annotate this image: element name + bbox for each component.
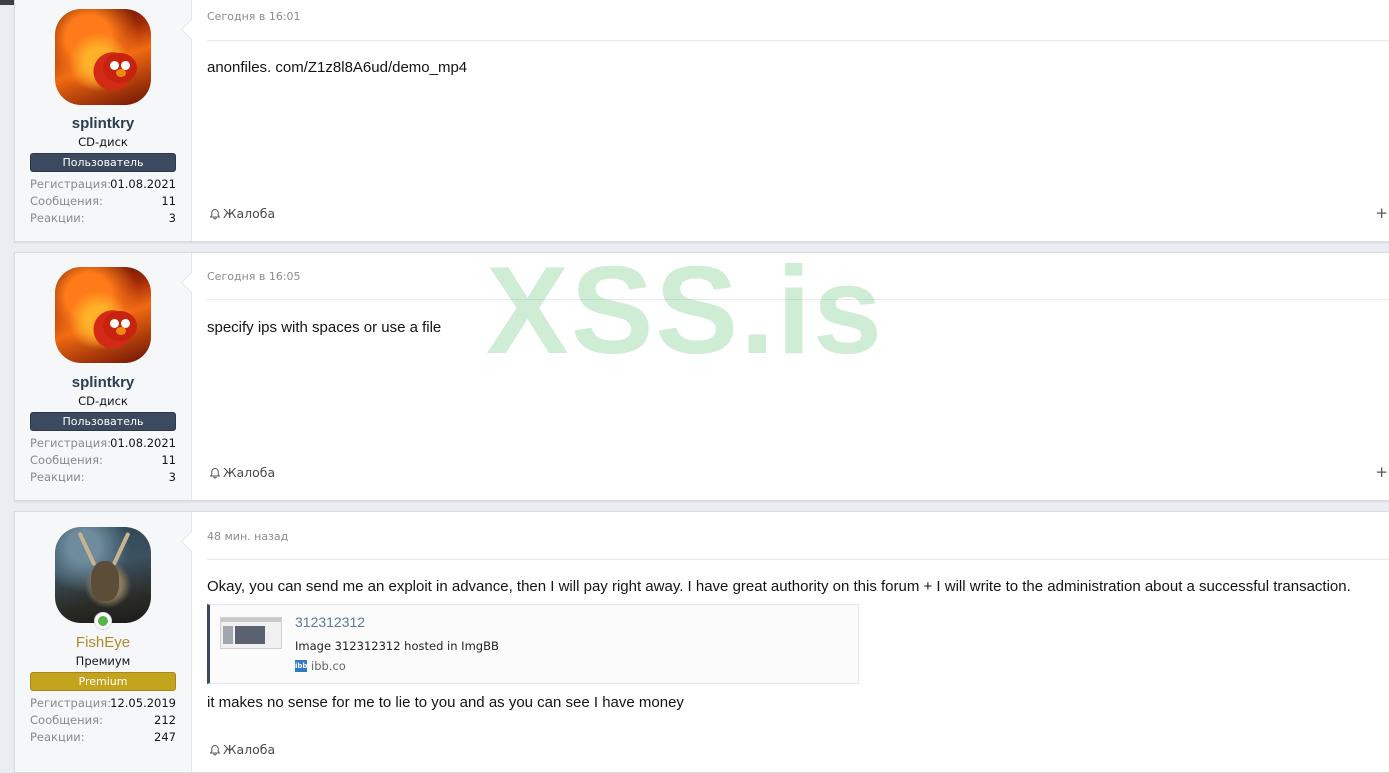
avatar[interactable] bbox=[55, 527, 151, 623]
user-title: Премиум bbox=[75, 654, 131, 668]
post-1: splintkry CD-диск Пользователь Регистрац… bbox=[14, 0, 1389, 242]
stat-reactions: Реакции: 247 bbox=[30, 729, 176, 746]
stat-label: Сообщения: bbox=[30, 453, 103, 467]
user-badge: Пользователь bbox=[30, 412, 176, 431]
message-text-2: it makes no sense for me to lie to you a… bbox=[207, 694, 684, 711]
stat-label: Регистрация: bbox=[30, 436, 111, 450]
user-title: CD-диск bbox=[78, 135, 128, 149]
user-cell: splintkry CD-диск Пользователь Регистрац… bbox=[15, 253, 203, 500]
stat-registration: Регистрация: 01.08.2021 bbox=[30, 435, 176, 452]
stat-messages: Сообщения: 11 bbox=[30, 193, 176, 210]
stat-value: 12.05.2019 bbox=[110, 696, 176, 710]
report-link[interactable]: Жалоба bbox=[209, 206, 275, 221]
bell-icon bbox=[209, 744, 221, 755]
user-cell-arrow bbox=[180, 18, 203, 41]
stat-value: 3 bbox=[168, 211, 176, 225]
report-label: Жалоба bbox=[223, 742, 276, 757]
stat-reactions: Реакции: 3 bbox=[30, 210, 176, 227]
post-content: Сегодня в 16:05 specify ips with spaces … bbox=[207, 253, 1389, 500]
avatar[interactable] bbox=[55, 267, 151, 363]
report-link[interactable]: Жалоба bbox=[209, 465, 275, 480]
embed-description: Image 312312312 hosted in ImgBB bbox=[295, 639, 499, 653]
stat-registration: Регистрация: 01.08.2021 bbox=[30, 176, 176, 193]
embed-site-label: ibb.co bbox=[311, 659, 346, 673]
stat-value: 3 bbox=[168, 470, 176, 484]
stat-label: Сообщения: bbox=[30, 194, 103, 208]
message-text: Okay, you can send me an exploit in adva… bbox=[207, 578, 1351, 595]
avatar[interactable] bbox=[55, 9, 151, 105]
stat-label: Регистрация: bbox=[30, 696, 111, 710]
header-divider bbox=[207, 40, 1389, 41]
stat-label: Реакции: bbox=[30, 470, 85, 484]
post-timestamp[interactable]: Сегодня в 16:05 bbox=[207, 270, 301, 283]
plus-icon[interactable]: + bbox=[1375, 463, 1388, 481]
stat-messages: Сообщения: 11 bbox=[30, 452, 176, 469]
online-status-icon bbox=[94, 612, 112, 630]
header-divider bbox=[207, 299, 1389, 300]
embed-site[interactable]: ibb ibb.co bbox=[295, 659, 346, 673]
bell-icon bbox=[209, 208, 221, 219]
post-content: Сегодня в 16:01 anonfiles. com/Z1z8l8A6u… bbox=[207, 0, 1389, 241]
message-text: specify ips with spaces or use a file bbox=[207, 319, 442, 336]
stat-registration: Регистрация: 12.05.2019 bbox=[30, 695, 176, 712]
post-timestamp[interactable]: 48 мин. назад bbox=[207, 530, 288, 543]
stat-label: Регистрация: bbox=[30, 177, 111, 191]
link-embed[interactable]: 312312312 Image 312312312 hosted in ImgB… bbox=[207, 604, 859, 684]
username[interactable]: FishEye bbox=[15, 634, 191, 651]
user-cell: FishEye Премиум Premium Регистрация: 12.… bbox=[15, 512, 203, 772]
stat-value[interactable]: 11 bbox=[161, 193, 176, 210]
stat-value: 247 bbox=[154, 730, 176, 744]
message-text: anonfiles. com/Z1z8l8A6ud/demo_mp4 bbox=[207, 59, 468, 76]
bell-icon bbox=[209, 467, 221, 478]
user-title: CD-диск bbox=[78, 394, 128, 408]
stat-value[interactable]: 212 bbox=[154, 712, 176, 729]
user-badge: Пользователь bbox=[30, 153, 176, 172]
report-link[interactable]: Жалоба bbox=[209, 742, 275, 757]
report-label: Жалоба bbox=[223, 465, 276, 480]
user-cell-arrow bbox=[180, 530, 203, 553]
stat-reactions: Реакции: 3 bbox=[30, 469, 176, 486]
plus-icon[interactable]: + bbox=[1375, 204, 1388, 222]
report-label: Жалоба bbox=[223, 206, 276, 221]
header-divider bbox=[207, 559, 1389, 560]
post-timestamp[interactable]: Сегодня в 16:01 bbox=[207, 10, 301, 23]
stat-label: Реакции: bbox=[30, 730, 85, 744]
stat-value[interactable]: 11 bbox=[161, 452, 176, 469]
stat-label: Реакции: bbox=[30, 211, 85, 225]
stat-label: Сообщения: bbox=[30, 713, 103, 727]
user-cell-arrow bbox=[180, 271, 203, 294]
stat-messages: Сообщения: 212 bbox=[30, 712, 176, 729]
username[interactable]: splintkry bbox=[15, 374, 191, 391]
user-cell: splintkry CD-диск Пользователь Регистрац… bbox=[15, 0, 203, 241]
user-badge: Premium bbox=[30, 672, 176, 691]
embed-title[interactable]: 312312312 bbox=[295, 614, 365, 630]
post-2: splintkry CD-диск Пользователь Регистрац… bbox=[14, 252, 1389, 501]
stat-value: 01.08.2021 bbox=[110, 436, 176, 450]
post-content: 48 мин. назад Okay, you can send me an e… bbox=[207, 512, 1389, 772]
post-3: FishEye Премиум Premium Регистрация: 12.… bbox=[14, 511, 1389, 773]
embed-thumbnail bbox=[220, 617, 282, 649]
ibb-favicon-icon: ibb bbox=[295, 660, 308, 672]
stat-value: 01.08.2021 bbox=[110, 177, 176, 191]
username[interactable]: splintkry bbox=[15, 115, 191, 132]
